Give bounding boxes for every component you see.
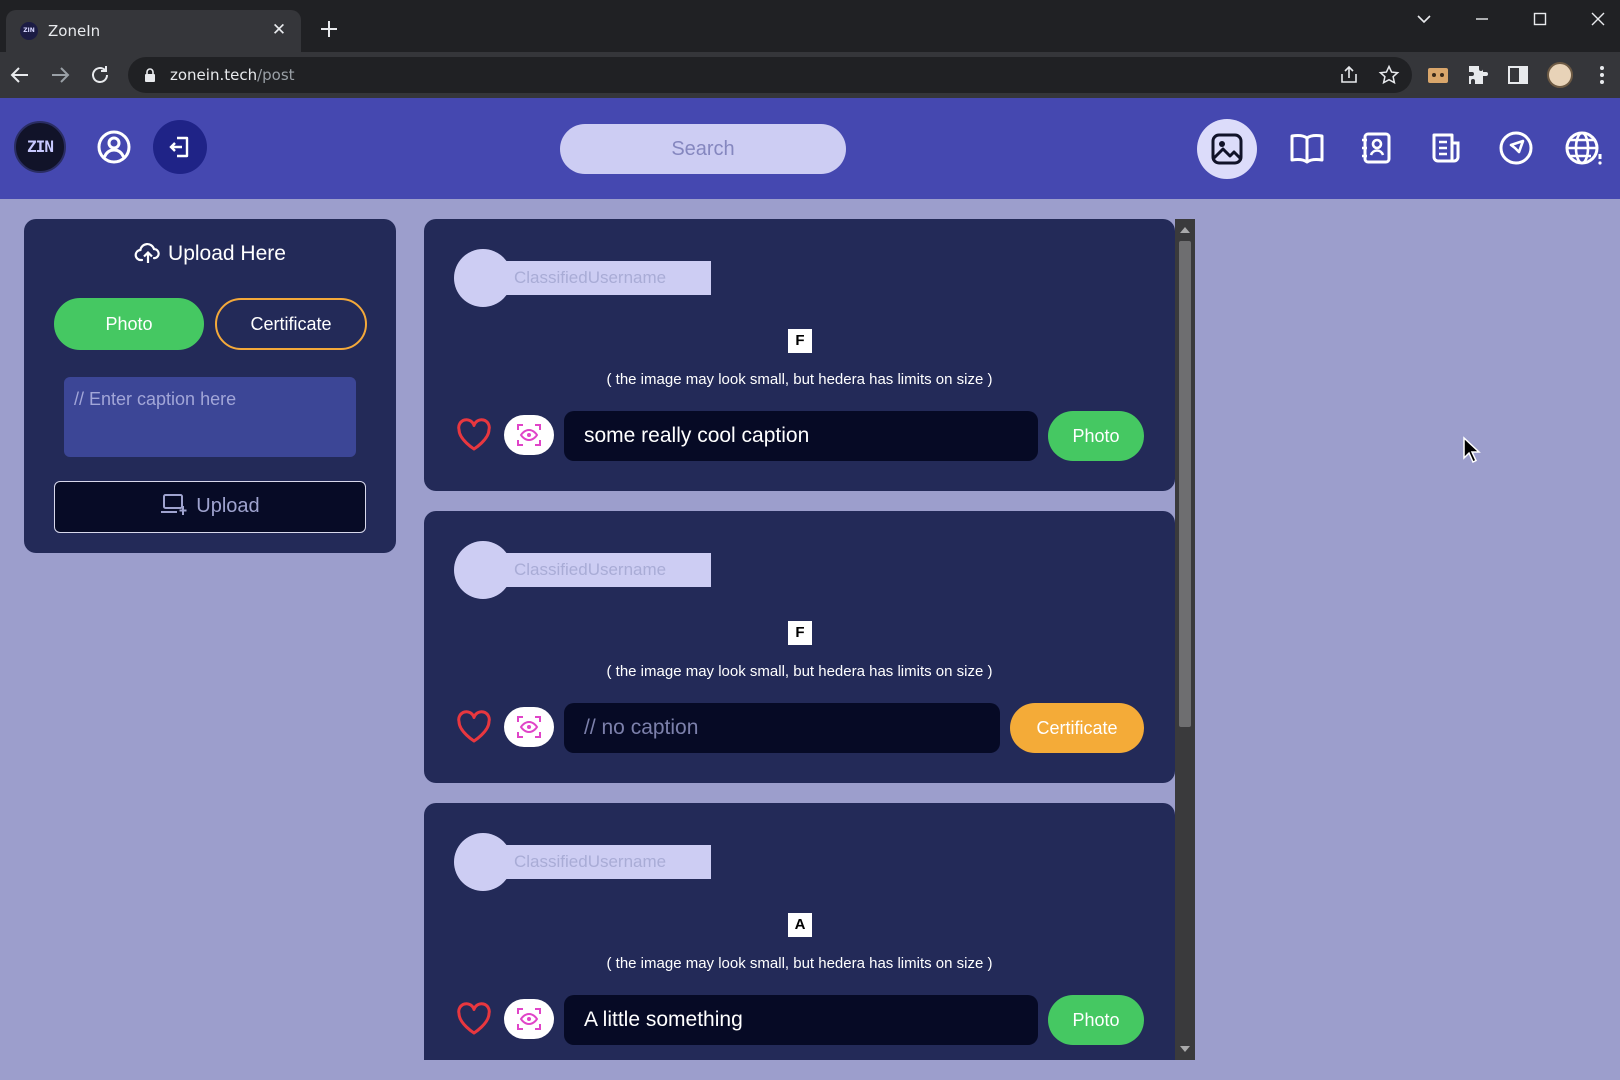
scan-eye-icon — [517, 424, 541, 446]
heart-icon[interactable] — [456, 710, 492, 744]
photo-type-button[interactable]: Photo — [54, 298, 204, 350]
post-card: ClassifiedUsername F ( the image may loo… — [424, 511, 1175, 783]
user-circle-icon — [97, 130, 131, 164]
heart-icon[interactable] — [456, 418, 492, 452]
mouse-cursor-icon — [1463, 436, 1481, 464]
logout-icon — [169, 136, 189, 158]
extensions-puzzle-icon[interactable] — [1466, 63, 1490, 87]
back-icon[interactable] — [8, 63, 32, 87]
browser-tabstrip: ZIN ZoneIn ✕ — [0, 0, 1620, 52]
scan-eye-icon — [517, 716, 541, 738]
nav-contacts[interactable] — [1350, 122, 1402, 174]
upload-button-label: Upload — [196, 495, 260, 517]
globe-icon — [1565, 131, 1602, 165]
post-size-note: ( the image may look small, but hedera h… — [606, 955, 993, 972]
post-username[interactable]: ClassifiedUsername — [500, 845, 711, 879]
url-host: zonein.tech — [170, 66, 258, 84]
nav-explore[interactable] — [1490, 122, 1542, 174]
post-image[interactable]: A — [788, 913, 812, 937]
caption-input[interactable] — [64, 377, 356, 457]
browser-tab[interactable]: ZIN ZoneIn ✕ — [6, 10, 301, 52]
tab-search-icon[interactable] — [1409, 8, 1439, 30]
post-type-badge[interactable]: Photo — [1048, 411, 1144, 461]
article-icon — [1432, 133, 1460, 163]
scan-eye-icon — [517, 1008, 541, 1030]
minimize-icon[interactable] — [1467, 8, 1497, 30]
scroll-up-arrow-icon[interactable] — [1180, 227, 1190, 233]
post-caption[interactable]: some really cool caption — [564, 411, 1038, 461]
close-window-icon[interactable] — [1583, 8, 1613, 30]
reload-icon[interactable] — [88, 63, 112, 87]
upload-panel: Upload Here Photo Certificate Upload — [24, 219, 396, 553]
post-caption[interactable]: // no caption — [564, 703, 1000, 753]
image-icon — [1211, 133, 1243, 165]
forward-icon[interactable] — [48, 63, 72, 87]
logout-button[interactable] — [153, 120, 207, 174]
lock-icon — [145, 68, 155, 82]
scroll-down-arrow-icon[interactable] — [1180, 1046, 1190, 1052]
laptop-upload-icon — [161, 494, 187, 515]
nav-community[interactable] — [1558, 122, 1610, 174]
bookmark-star-icon[interactable] — [1378, 64, 1400, 86]
upload-title: Upload Here — [24, 241, 396, 266]
address-bar[interactable]: zonein.tech/post — [128, 57, 1412, 93]
scroll-thumb[interactable] — [1179, 241, 1191, 727]
app-logo[interactable]: ZIN — [14, 121, 66, 173]
profile-button[interactable] — [87, 120, 141, 174]
cloud-upload-icon — [134, 243, 160, 263]
post-caption[interactable]: A little something — [564, 995, 1038, 1045]
share-icon[interactable] — [1338, 64, 1360, 86]
post-username[interactable]: ClassifiedUsername — [500, 261, 711, 295]
nav-articles[interactable] — [1420, 122, 1472, 174]
post-image[interactable]: F — [788, 621, 812, 645]
book-open-icon — [1290, 133, 1324, 164]
compass-send-icon — [1499, 131, 1533, 165]
scan-button[interactable] — [504, 999, 554, 1039]
post-type-badge[interactable]: Certificate — [1010, 703, 1144, 753]
side-panel-icon[interactable] — [1506, 63, 1530, 87]
search-input[interactable] — [560, 124, 846, 174]
post-image[interactable]: F — [788, 329, 812, 353]
post-card: ClassifiedUsername F ( the image may loo… — [424, 219, 1175, 491]
contacts-icon — [1362, 132, 1391, 164]
browser-toolbar: zonein.tech/post — [0, 52, 1620, 98]
new-tab-icon[interactable] — [318, 18, 340, 40]
feed-scrollbar[interactable] — [1175, 219, 1195, 1060]
post-card: ClassifiedUsername A ( the image may loo… — [424, 803, 1175, 1060]
post-size-note: ( the image may look small, but hedera h… — [606, 663, 993, 680]
browser-menu-icon[interactable] — [1590, 63, 1614, 87]
heart-icon[interactable] — [456, 1002, 492, 1036]
post-type-badge[interactable]: Photo — [1048, 995, 1144, 1045]
url-text: zonein.tech/post — [170, 66, 295, 84]
maximize-icon[interactable] — [1525, 8, 1555, 30]
nav-learn[interactable] — [1281, 122, 1333, 174]
url-path: /post — [257, 66, 295, 84]
nav-posts[interactable] — [1197, 119, 1257, 179]
scan-button[interactable] — [504, 415, 554, 455]
upload-button[interactable]: Upload — [54, 481, 366, 533]
upload-title-text: Upload Here — [168, 242, 286, 265]
app-header: ZIN — [0, 98, 1620, 199]
profile-avatar[interactable] — [1547, 62, 1573, 88]
post-username[interactable]: ClassifiedUsername — [500, 553, 711, 587]
extension-icon[interactable] — [1426, 63, 1450, 87]
post-feed: ClassifiedUsername F ( the image may loo… — [424, 219, 1195, 1060]
post-size-note: ( the image may look small, but hedera h… — [606, 371, 993, 388]
certificate-type-button[interactable]: Certificate — [215, 298, 367, 350]
tab-favicon: ZIN — [20, 22, 38, 40]
scan-button[interactable] — [504, 707, 554, 747]
tab-close-icon[interactable]: ✕ — [269, 20, 289, 40]
tab-title: ZoneIn — [48, 22, 101, 40]
